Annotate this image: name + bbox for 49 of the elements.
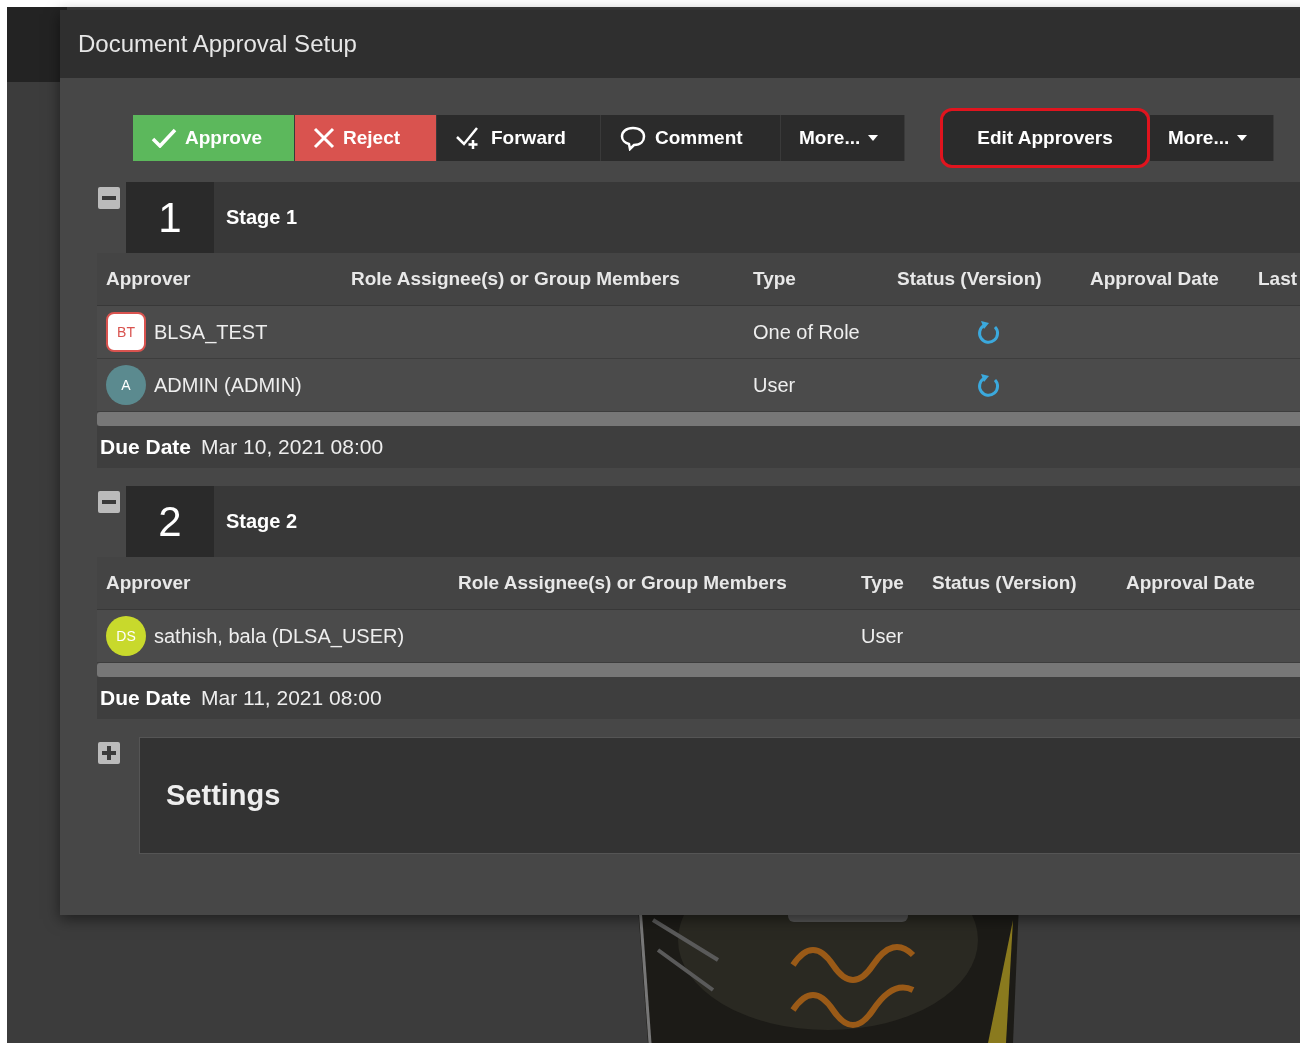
column-header[interactable]: Approver — [97, 268, 342, 290]
column-header[interactable]: Approval Date — [1117, 572, 1285, 594]
checkmark-icon — [151, 128, 177, 148]
due-date-value: Mar 10, 2021 08:00 — [201, 435, 384, 459]
type-cell-text: User — [752, 373, 797, 397]
column-header[interactable]: Role Assignee(s) or Group Members — [342, 268, 744, 290]
approver-name: sathish, bala (DLSA_USER) — [154, 624, 405, 648]
scrollbar[interactable] — [97, 412, 1300, 426]
caret-icon — [1237, 135, 1248, 141]
column-header[interactable]: Type — [744, 268, 888, 290]
column-header[interactable]: Last — [1249, 268, 1300, 290]
comment-button[interactable]: Comment — [601, 115, 781, 161]
expand-icon[interactable] — [98, 742, 120, 764]
scrollbar[interactable] — [97, 663, 1300, 677]
table-row[interactable]: DS sathish, bala (DLSA_USER) User — [97, 610, 1300, 663]
speech-bubble-icon — [619, 125, 647, 151]
due-date-label: Due Date — [100, 686, 192, 710]
approver-name: BLSA_TEST — [154, 320, 268, 344]
stage-name: Stage 1 — [226, 206, 298, 229]
forward-button[interactable]: Forward — [437, 115, 601, 161]
dialog-title: Document Approval Setup — [78, 30, 357, 58]
column-header[interactable]: Approver — [97, 572, 449, 594]
approver-name: ADMIN (ADMIN) — [154, 373, 302, 397]
reject-button[interactable]: Reject — [295, 115, 437, 161]
column-header[interactable]: Type — [852, 572, 923, 594]
collapse-icon[interactable] — [98, 187, 120, 209]
collapse-icon[interactable] — [98, 491, 120, 513]
column-header[interactable]: Role Assignee(s) or Group Members — [449, 572, 852, 594]
column-header[interactable]: Approval Date — [1081, 268, 1249, 290]
caret-icon — [868, 135, 879, 141]
more-button[interactable]: More... — [1150, 115, 1274, 161]
column-header[interactable]: Status (Version) — [923, 572, 1117, 594]
stage-number: 2 — [126, 486, 214, 557]
edit-approvers-button[interactable]: Edit Approvers — [940, 108, 1150, 168]
more-button[interactable]: More... — [781, 115, 905, 161]
settings-title: Settings — [166, 779, 281, 812]
avatar-initials: BT — [106, 312, 146, 352]
type-cell-text: One of Role — [752, 320, 861, 344]
column-header[interactable]: Status (Version) — [888, 268, 1081, 290]
stage-number: 1 — [126, 182, 214, 253]
close-icon — [313, 127, 335, 149]
table-row[interactable]: BT BLSA_TEST One of Role — [97, 306, 1300, 359]
stage-name: Stage 2 — [226, 510, 298, 533]
table-row[interactable]: A ADMIN (ADMIN) User — [97, 359, 1300, 412]
avatar-initials: DS — [106, 616, 146, 656]
type-cell-text: User — [860, 624, 905, 648]
due-date-value: Mar 11, 2021 08:00 — [201, 686, 382, 710]
avatar-initials: A — [106, 365, 146, 405]
due-date-label: Due Date — [100, 435, 192, 459]
